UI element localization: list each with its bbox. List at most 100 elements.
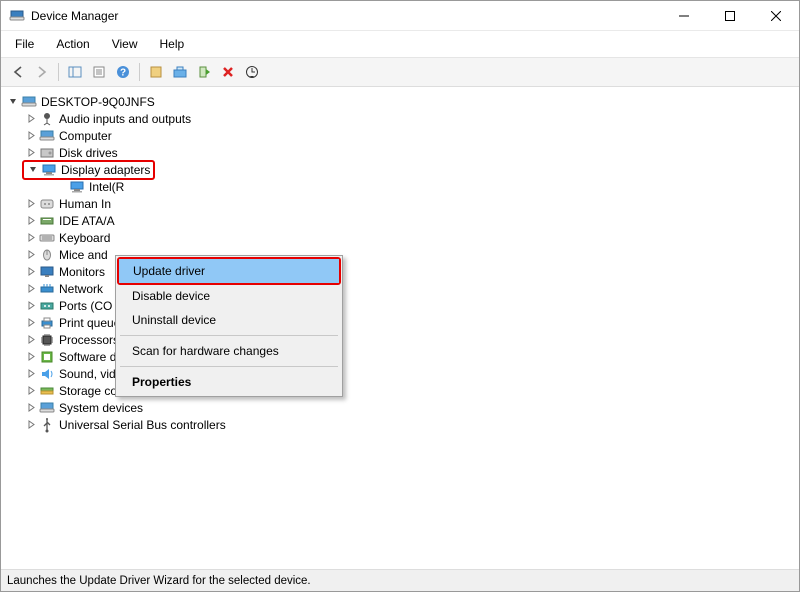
context-separator (120, 366, 338, 367)
context-separator (120, 335, 338, 336)
category-label: IDE ATA/A (59, 214, 115, 228)
processor-icon (39, 332, 55, 348)
device-tree-pane: DESKTOP-9Q0JNFS Audio inputs and outputs… (1, 87, 799, 587)
expand-icon[interactable] (25, 334, 37, 346)
display-icon (69, 179, 85, 195)
tree-category[interactable]: Display adapters (23, 161, 799, 178)
forward-button[interactable] (31, 61, 53, 83)
toolbar: ? (1, 58, 799, 87)
menu-view[interactable]: View (108, 35, 142, 53)
root-label: DESKTOP-9Q0JNFS (41, 95, 155, 109)
device-label: Intel(R (89, 180, 124, 194)
tree-root-node[interactable]: DESKTOP-9Q0JNFS (5, 93, 799, 110)
disk-icon (39, 145, 55, 161)
maximize-button[interactable] (707, 1, 753, 30)
network-icon (39, 281, 55, 297)
monitor-icon (39, 264, 55, 280)
context-menu: Update driverDisable deviceUninstall dev… (115, 255, 343, 397)
expand-icon[interactable] (25, 283, 37, 295)
computer-icon (21, 94, 37, 110)
category-label: Disk drives (59, 146, 118, 160)
category-label: Mice and (59, 248, 108, 262)
tree-category[interactable]: System devices (23, 399, 799, 416)
category-label: Processors (59, 333, 119, 347)
tree-category[interactable]: Disk drives (23, 144, 799, 161)
computer-icon (39, 128, 55, 144)
ide-icon (39, 213, 55, 229)
minimize-button[interactable] (661, 1, 707, 30)
expand-icon[interactable] (25, 368, 37, 380)
show-hide-tree-button[interactable] (64, 61, 86, 83)
mouse-icon (39, 247, 55, 263)
help-button[interactable]: ? (112, 61, 134, 83)
collapse-icon[interactable] (7, 96, 19, 108)
expand-icon[interactable] (25, 300, 37, 312)
category-label: Network (59, 282, 103, 296)
context-item-update-driver[interactable]: Update driver (119, 259, 339, 283)
back-button[interactable] (7, 61, 29, 83)
category-label: System devices (59, 401, 143, 415)
tree-category[interactable]: Computer (23, 127, 799, 144)
category-label: Ports (CO (59, 299, 112, 313)
category-label: Display adapters (61, 163, 150, 177)
expand-icon[interactable] (25, 402, 37, 414)
window-controls (661, 1, 799, 30)
expand-icon[interactable] (25, 385, 37, 397)
properties-button[interactable] (88, 61, 110, 83)
close-button[interactable] (753, 1, 799, 30)
statusbar: Launches the Update Driver Wizard for th… (1, 569, 799, 591)
keyboard-icon (39, 230, 55, 246)
status-text: Launches the Update Driver Wizard for th… (7, 575, 311, 587)
tree-category[interactable]: Human In (23, 195, 799, 212)
menu-action[interactable]: Action (52, 35, 93, 53)
category-label: Human In (59, 197, 111, 211)
printer-icon (39, 315, 55, 331)
enable-device-button[interactable] (193, 61, 215, 83)
app-icon (9, 8, 25, 24)
category-label: Computer (59, 129, 112, 143)
tree-category[interactable]: Keyboard (23, 229, 799, 246)
tree-category[interactable]: Audio inputs and outputs (23, 110, 799, 127)
expand-icon[interactable] (25, 419, 37, 431)
category-label: Audio inputs and outputs (59, 112, 191, 126)
expand-icon[interactable] (25, 232, 37, 244)
storage-icon (39, 383, 55, 399)
expand-icon[interactable] (25, 249, 37, 261)
scan-hardware-button[interactable] (241, 61, 263, 83)
category-label: Universal Serial Bus controllers (59, 418, 226, 432)
tree-device[interactable]: Intel(R (53, 178, 799, 195)
window-title: Device Manager (31, 9, 661, 23)
menu-file[interactable]: File (11, 35, 38, 53)
update-driver-button[interactable] (169, 61, 191, 83)
context-item-scan-for-hardware-changes[interactable]: Scan for hardware changes (118, 339, 340, 363)
software-icon (39, 349, 55, 365)
sound-icon (39, 366, 55, 382)
context-item-uninstall-device[interactable]: Uninstall device (118, 308, 340, 332)
audio-icon (39, 111, 55, 127)
svg-text:?: ? (120, 68, 126, 79)
expand-icon[interactable] (25, 130, 37, 142)
scan-button[interactable] (145, 61, 167, 83)
expand-icon[interactable] (25, 351, 37, 363)
menu-help[interactable]: Help (156, 35, 189, 53)
expand-icon[interactable] (27, 164, 39, 176)
category-label: Keyboard (59, 231, 110, 245)
tree-category[interactable]: IDE ATA/A (23, 212, 799, 229)
display-icon (41, 162, 57, 178)
system-icon (39, 400, 55, 416)
expand-icon[interactable] (25, 266, 37, 278)
hid-icon (39, 196, 55, 212)
port-icon (39, 298, 55, 314)
usb-icon (39, 417, 55, 433)
tree-category[interactable]: Universal Serial Bus controllers (23, 416, 799, 433)
context-item-properties[interactable]: Properties (118, 370, 340, 394)
category-label: Monitors (59, 265, 105, 279)
expand-icon[interactable] (25, 215, 37, 227)
uninstall-button[interactable] (217, 61, 239, 83)
titlebar: Device Manager (1, 1, 799, 31)
expand-icon[interactable] (25, 198, 37, 210)
expand-icon[interactable] (25, 147, 37, 159)
expand-icon[interactable] (25, 317, 37, 329)
expand-icon[interactable] (25, 113, 37, 125)
context-item-disable-device[interactable]: Disable device (118, 284, 340, 308)
